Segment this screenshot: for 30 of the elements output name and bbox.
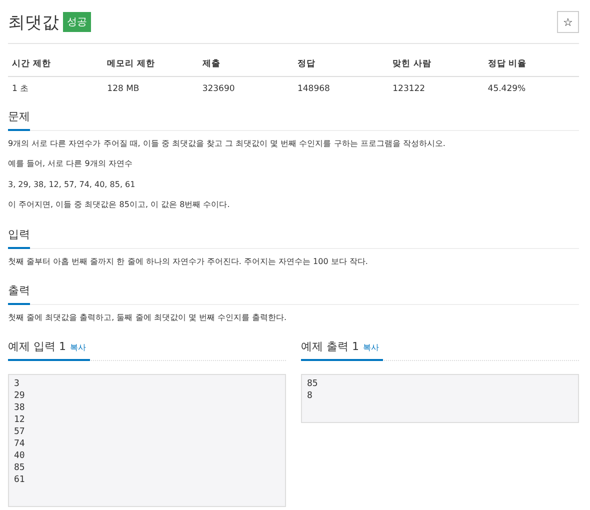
table-cell: 1 초 — [8, 76, 104, 101]
section-heading: 입력 — [8, 220, 30, 249]
column-header: 정답 — [293, 52, 389, 76]
sample-heading: 예제 입력 1 — [8, 339, 66, 354]
column-header: 맞힌 사람 — [388, 52, 484, 76]
problem-title: 최댓값 — [8, 12, 59, 34]
paragraph: 9개의 서로 다른 자연수가 주어질 때, 이들 중 최댓값을 찾고 그 최댓값이 몇 번째 수인지를 구하는 프로그램을 작성하시오. — [8, 139, 446, 150]
sample-data-box: 3 29 38 12 57 74 40 85 61 — [8, 374, 286, 508]
section-heading: 출력 — [8, 276, 30, 305]
paragraph: 첫째 줄에 최댓값을 출력하고, 둘째 줄에 최댓값이 몇 번째 수인지를 출력한다. — [8, 312, 288, 324]
section-heading: 문제 — [8, 103, 30, 131]
sample-heading: 예제 출력 1 — [301, 339, 359, 354]
copy-link[interactable]: 복사 — [70, 342, 86, 354]
paragraph: 이 주어지면, 이들 중 최댓값은 85이고, 이 값은 8번째 수이다. — [8, 200, 231, 211]
paragraph: 첫째 줄부터 아홉 번째 줄까지 한 줄에 하나의 자연수가 주어진다. 주어지는 자연수는 100 보다 작다. — [8, 256, 369, 267]
paragraph: 예를 들어, 서로 다른 9개의 자연수 — [8, 159, 134, 170]
result-badge: 성공 — [63, 12, 91, 32]
table-cell: 123122 — [388, 76, 484, 101]
table-cell: 128 MB — [103, 76, 198, 101]
column-header: 제출 — [198, 52, 294, 76]
paragraph: 3, 29, 38, 12, 57, 74, 40, 85, 61 — [8, 180, 136, 190]
copy-link[interactable]: 복사 — [363, 342, 379, 354]
table-cell: 45.429% — [484, 76, 579, 101]
table-cell: 148968 — [293, 76, 389, 101]
column-header: 정답 비율 — [484, 52, 579, 76]
column-header: 시간 제한 — [8, 52, 104, 76]
table-cell: 323690 — [198, 76, 294, 101]
star-button[interactable]: ☆ — [557, 11, 579, 33]
sample-data-box: 85 8 — [301, 374, 579, 424]
column-header: 메모리 제한 — [103, 52, 198, 76]
